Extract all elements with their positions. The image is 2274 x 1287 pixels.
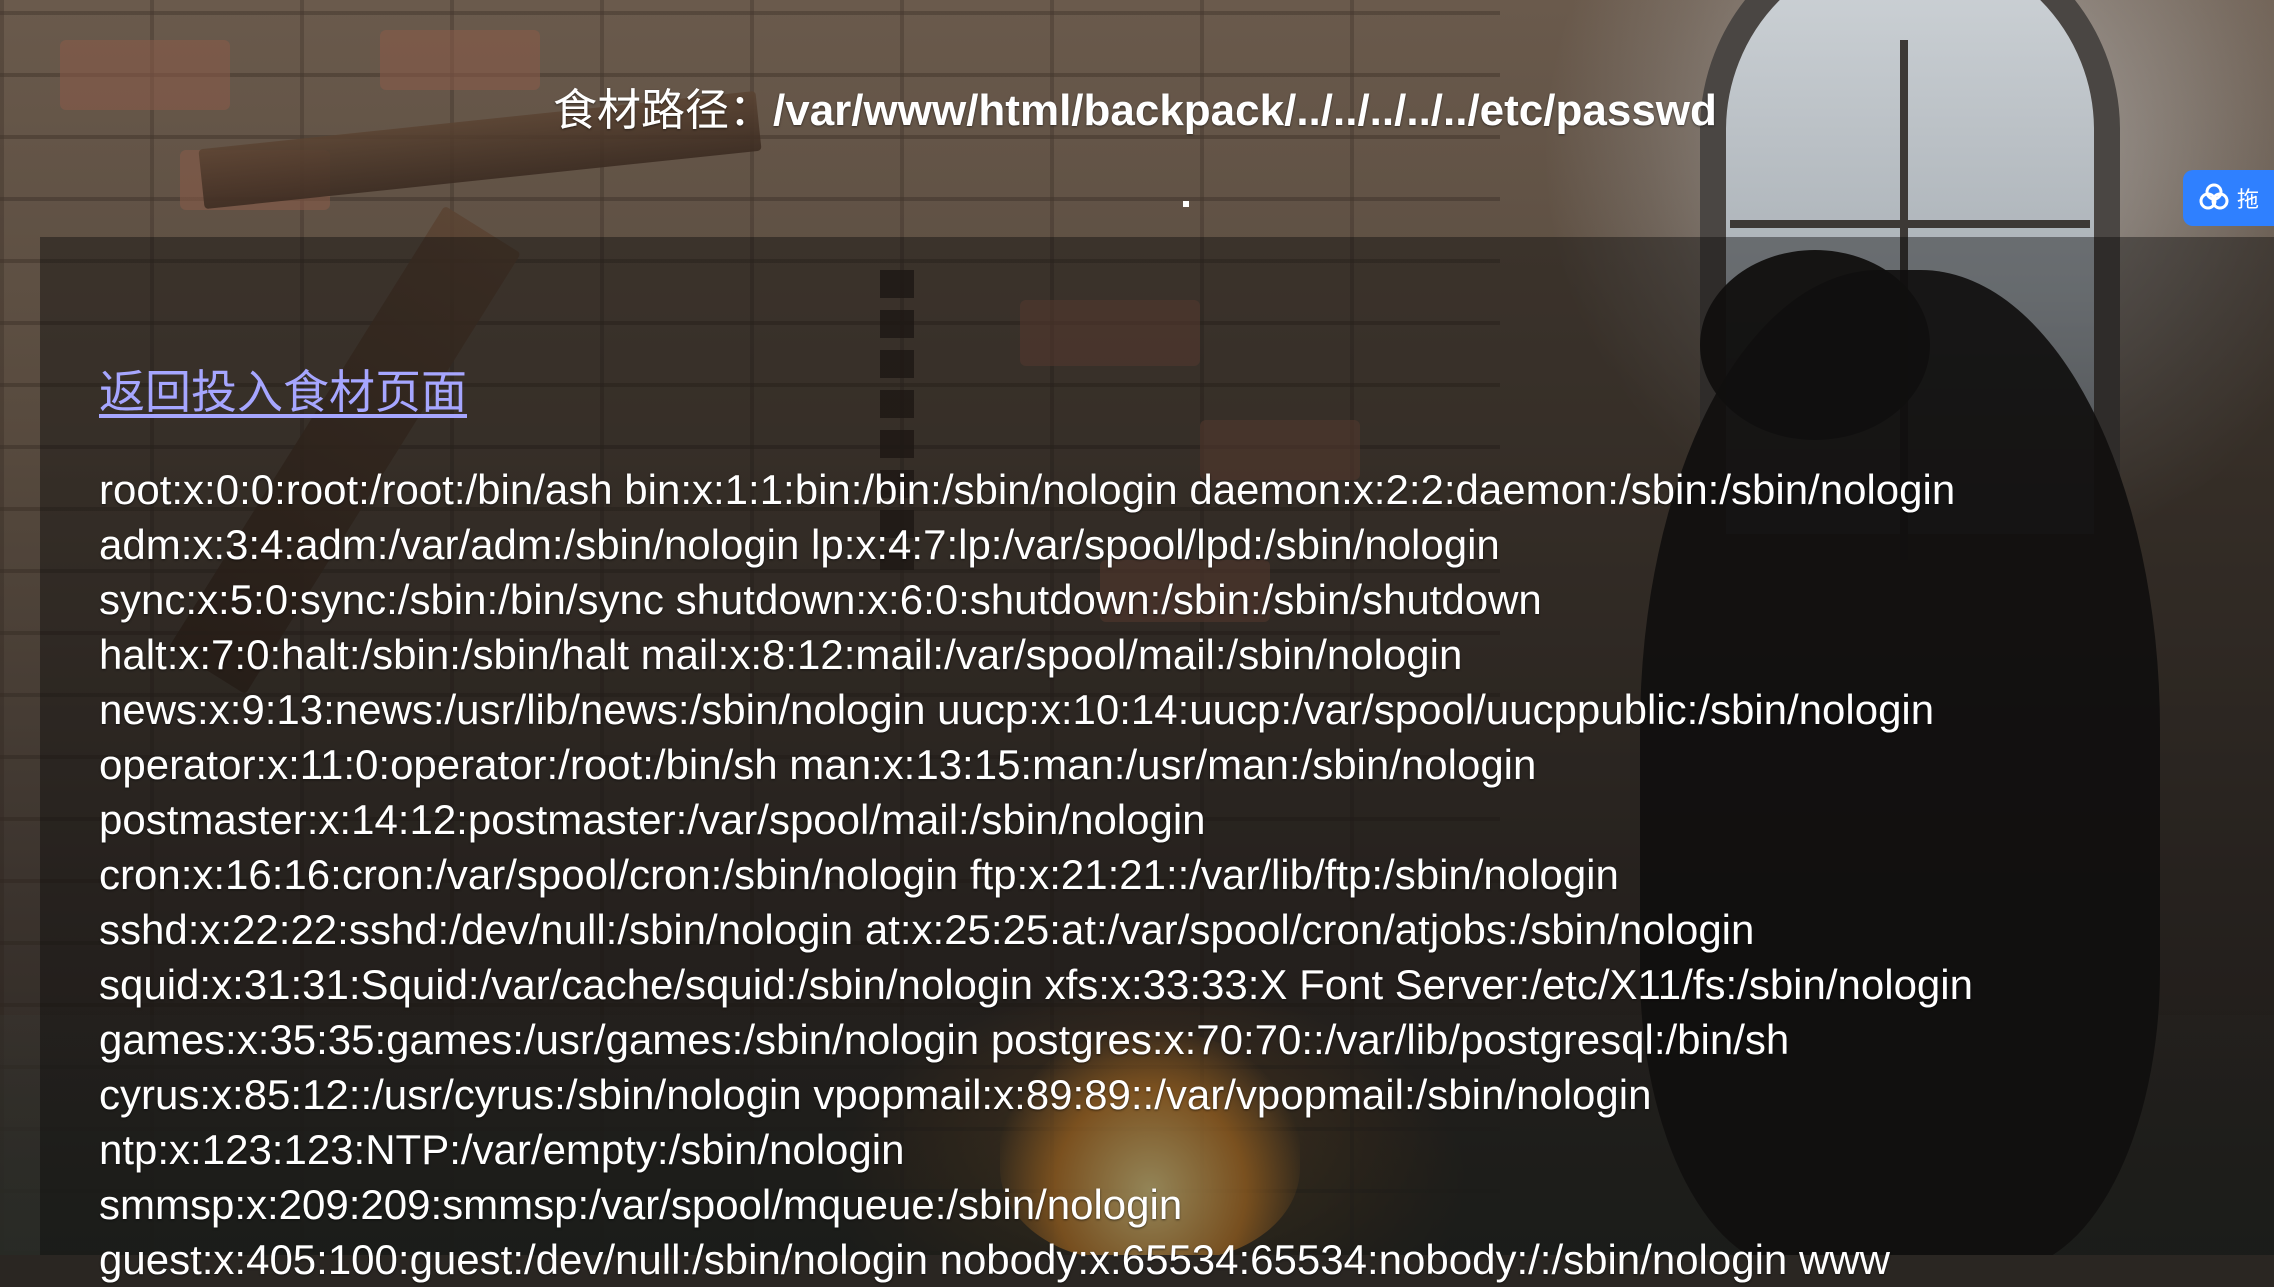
ingredient-path: 食材路径：/var/www/html/backpack/../../../../… — [553, 74, 1717, 138]
file-content-line: cyrus:x:85:12::/usr/cyrus:/sbin/nologin … — [99, 1071, 1652, 1118]
file-content-line: adm:x:3:4:adm:/var/adm:/sbin/nologin lp:… — [99, 521, 1500, 568]
floating-cloud-widget[interactable]: 拖 — [2183, 170, 2274, 226]
page-header: 食材路径：/var/www/html/backpack/../../../../… — [0, 0, 2274, 215]
file-content-line: games:x:35:35:games:/usr/games:/sbin/nol… — [99, 1016, 1790, 1063]
file-content-line: ntp:x:123:123:NTP:/var/empty:/sbin/nolog… — [99, 1126, 905, 1173]
floating-widget-label: 拖 — [2237, 187, 2260, 212]
window-mullion — [1730, 220, 2090, 228]
file-content-line: postmaster:x:14:12:postmaster:/var/spool… — [99, 796, 1206, 843]
file-content: root:x:0:0:root:/root:/bin/ash bin:x:1:1… — [99, 462, 2259, 1287]
file-content-line: smmsp:x:209:209:smmsp:/var/spool/mqueue:… — [99, 1181, 1183, 1228]
file-content-line: root:x:0:0:root:/root:/bin/ash bin:x:1:1… — [99, 466, 1956, 513]
file-content-line: sshd:x:22:22:sshd:/dev/null:/sbin/nologi… — [99, 906, 1755, 953]
file-content-line: halt:x:7:0:halt:/sbin:/sbin/halt mail:x:… — [99, 631, 1463, 678]
file-content-line: cron:x:16:16:cron:/var/spool/cron:/sbin/… — [99, 851, 1619, 898]
file-content-line: operator:x:11:0:operator:/root:/bin/sh m… — [99, 741, 1537, 788]
header-dot — [1183, 201, 1189, 207]
path-label: 食材路径： — [553, 86, 773, 135]
back-to-ingredients-link[interactable]: 返回投入食材页面 — [99, 356, 467, 422]
file-content-line: squid:x:31:31:Squid:/var/cache/squid:/sb… — [99, 961, 1973, 1008]
file-content-line: news:x:9:13:news:/usr/lib/news:/sbin/nol… — [99, 686, 1935, 733]
cloud-icon — [2199, 183, 2229, 210]
file-content-line: sync:x:5:0:sync:/sbin:/bin/sync shutdown… — [99, 576, 1542, 623]
file-content-line: guest:x:405:100:guest:/dev/null:/sbin/no… — [99, 1236, 1890, 1283]
path-value: /var/www/html/backpack/../../../../../et… — [773, 86, 1717, 135]
